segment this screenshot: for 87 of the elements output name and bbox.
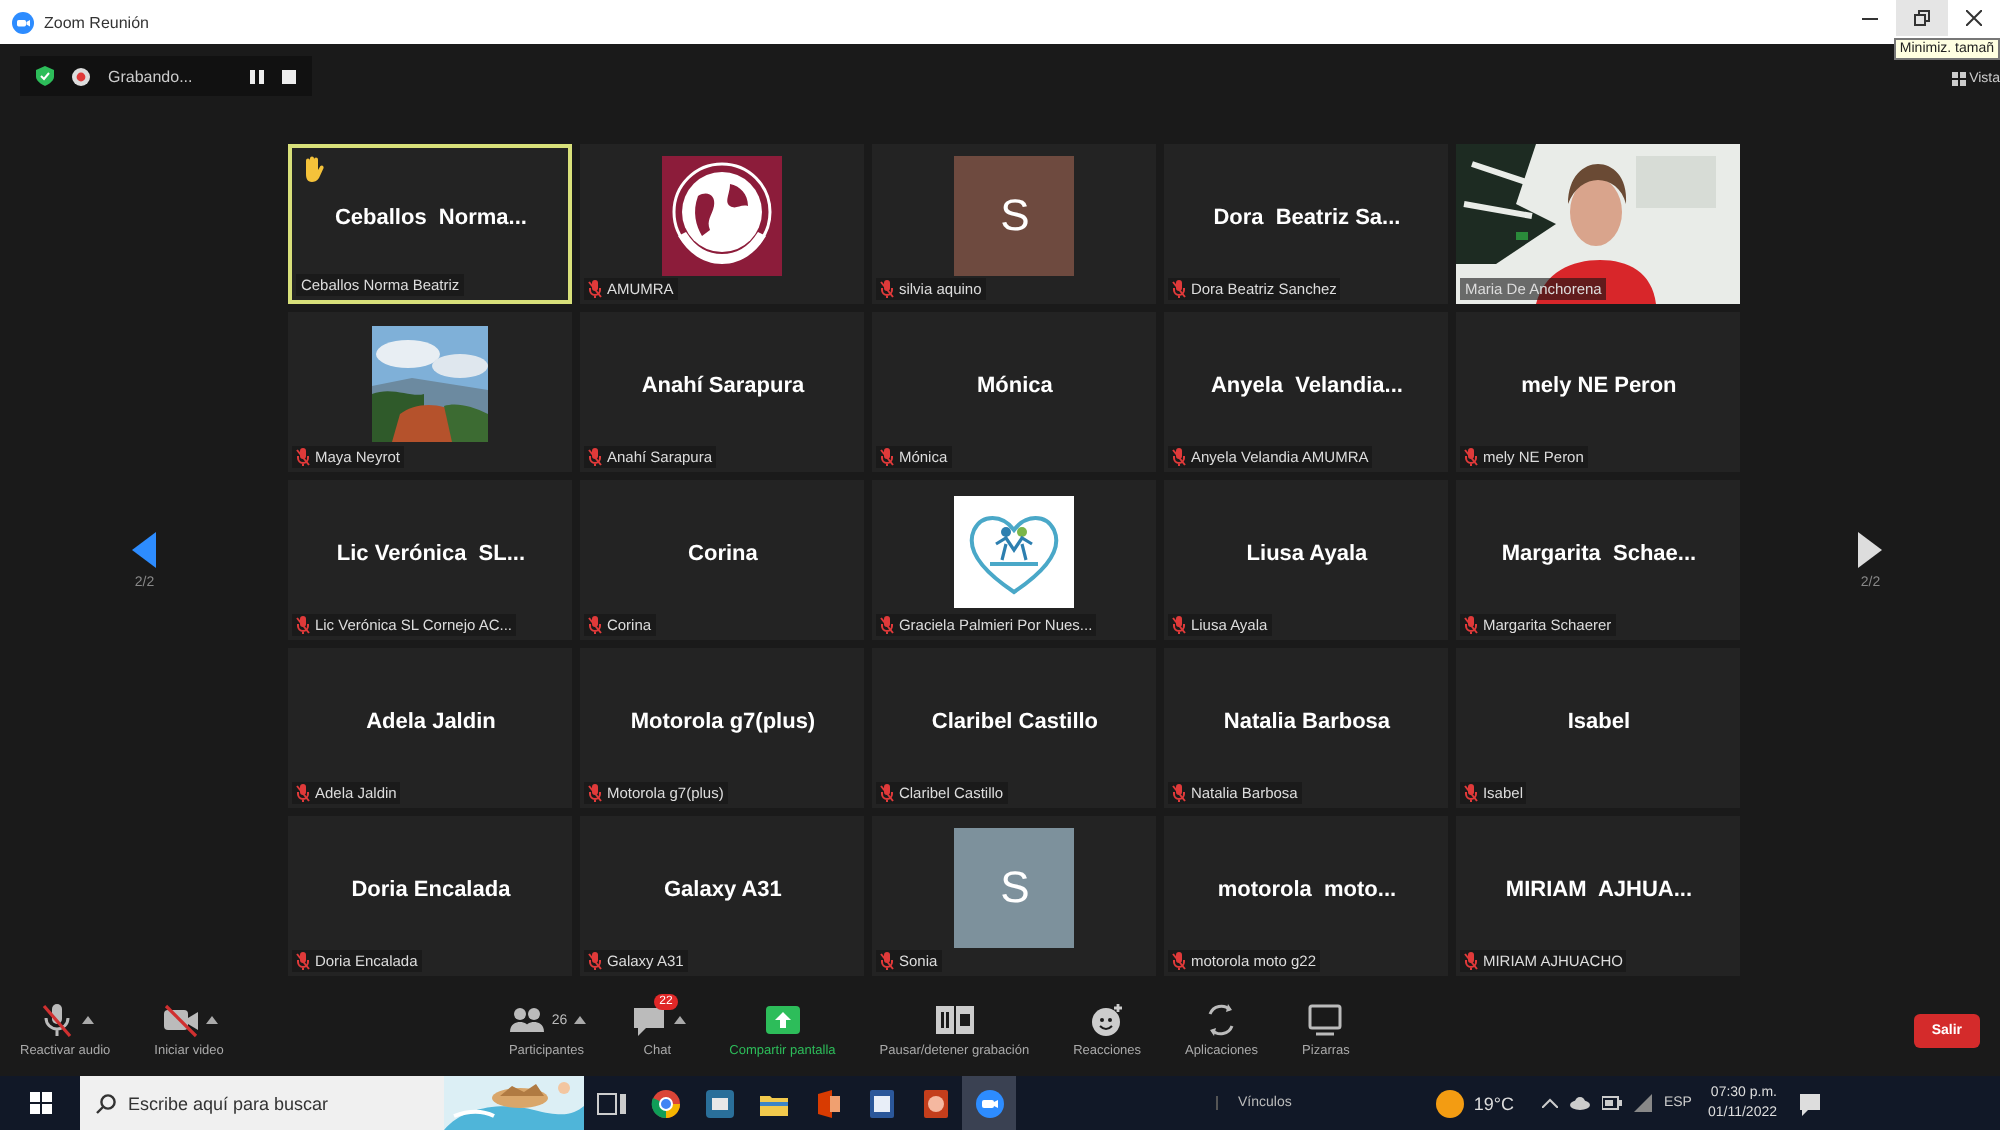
video-call-taskbar-button[interactable] xyxy=(962,1076,1016,1130)
participant-name: MIRIAM AJHUA... xyxy=(1505,878,1693,902)
chevron-up-icon[interactable] xyxy=(1541,1098,1558,1108)
recording-status: Grabando... xyxy=(108,67,193,85)
restore-icon xyxy=(1914,10,1930,26)
muted-mic-icon xyxy=(1172,784,1187,802)
muted-mic-icon xyxy=(1172,616,1187,634)
search-box[interactable]: Escribe aquí para buscar xyxy=(80,1076,584,1130)
avatar: S xyxy=(954,828,1075,948)
notification-icon[interactable] xyxy=(1797,1091,1821,1115)
muted-mic-icon xyxy=(1172,952,1187,970)
participants-icon xyxy=(507,1002,546,1038)
avatar: S xyxy=(954,156,1075,276)
muted-mic-icon xyxy=(1172,280,1187,298)
muted-mic-icon xyxy=(588,952,603,970)
sun-icon xyxy=(1435,1089,1464,1117)
task-view-icon xyxy=(595,1087,627,1119)
muted-mic-icon xyxy=(880,448,895,466)
muted-mic-icon xyxy=(588,448,603,466)
right-arrow-icon xyxy=(1858,531,1883,567)
participant-name: motorola moto... xyxy=(1217,878,1397,902)
zoom-logo-icon xyxy=(12,11,34,33)
document-icon xyxy=(865,1087,897,1119)
grid-icon xyxy=(1951,72,1966,86)
muted-mic-icon xyxy=(588,280,603,298)
close-icon xyxy=(1966,10,1982,26)
next-page-button[interactable] xyxy=(1858,531,1883,567)
network-icon[interactable] xyxy=(1633,1094,1652,1112)
share-screen-icon xyxy=(763,1002,802,1038)
participant-name: Ceballos Norma... xyxy=(334,206,527,230)
muted-mic-icon xyxy=(1464,448,1479,466)
window-title: Zoom Reunión xyxy=(44,13,149,31)
participant-name: Isabel xyxy=(1567,710,1631,734)
temperature: 19°C xyxy=(1473,1093,1514,1113)
pause-icon[interactable] xyxy=(250,69,265,83)
whiteboard-icon xyxy=(1306,1002,1345,1038)
participant-name: Doria Encalada xyxy=(351,878,511,902)
windows-icon xyxy=(29,1092,51,1114)
pause-stop-icon xyxy=(935,1002,974,1038)
muted-mic-icon xyxy=(1172,448,1187,466)
participant-name: Claribel Castillo xyxy=(931,710,1099,734)
muted-mic-icon xyxy=(588,784,603,802)
participant-name: Motorola g7(plus) xyxy=(630,710,816,734)
restore-button[interactable] xyxy=(1896,0,1948,36)
muted-mic-icon xyxy=(296,448,311,466)
muted-mic-icon xyxy=(588,616,603,634)
calendar-icon xyxy=(703,1087,735,1119)
participant-name: Dora Beatriz Sa... xyxy=(1213,206,1401,230)
search-field[interactable]: Escribe aquí para buscar xyxy=(128,1089,428,1117)
video-call-icon xyxy=(973,1087,1005,1119)
muted-mic-icon xyxy=(880,784,895,802)
battery-icon[interactable] xyxy=(1601,1096,1622,1110)
browser-icon xyxy=(649,1087,681,1119)
muted-mic-icon xyxy=(1464,952,1479,970)
video-off-icon xyxy=(161,1002,200,1038)
participant-name: Galaxy A31 xyxy=(664,878,782,902)
emoji-icon xyxy=(1088,1002,1127,1038)
participant-name: mely NE Peron xyxy=(1521,374,1677,398)
participant-name: Anahí Sarapura xyxy=(641,374,805,398)
record-icon xyxy=(72,67,90,85)
participant-name: Natalia Barbosa xyxy=(1223,710,1391,734)
chat-icon xyxy=(629,1002,668,1038)
participant-name: Liusa Ayala xyxy=(1246,542,1368,566)
shield-icon[interactable] xyxy=(36,66,54,86)
stop-icon[interactable] xyxy=(282,69,297,83)
cloud-icon[interactable] xyxy=(1569,1096,1590,1110)
muted-microphone-icon xyxy=(37,1002,76,1038)
muted-mic-icon xyxy=(296,952,311,970)
search-icon xyxy=(96,1093,116,1113)
muted-mic-icon xyxy=(1464,616,1479,634)
slides-icon xyxy=(919,1087,951,1119)
globe-hands-logo-icon xyxy=(662,156,783,276)
muted-mic-icon xyxy=(880,616,895,634)
muted-mic-icon xyxy=(296,784,311,802)
muted-mic-icon xyxy=(1464,784,1479,802)
left-arrow-icon xyxy=(132,531,157,567)
participant-name: Mónica xyxy=(977,374,1053,398)
participant-name: Adela Jaldin xyxy=(366,710,496,734)
heart-logo-icon xyxy=(954,496,1075,608)
participant-name: Anyela Velandia... xyxy=(1210,374,1403,398)
muted-mic-icon xyxy=(296,616,311,634)
participant-name: Corina xyxy=(688,542,758,566)
participant-name: Margarita Schae... xyxy=(1501,542,1697,566)
previous-page-button[interactable] xyxy=(132,531,157,567)
participant-name: Lic Verónica SL... xyxy=(336,542,526,566)
muted-mic-icon xyxy=(880,280,895,298)
muted-mic-icon xyxy=(880,952,895,970)
